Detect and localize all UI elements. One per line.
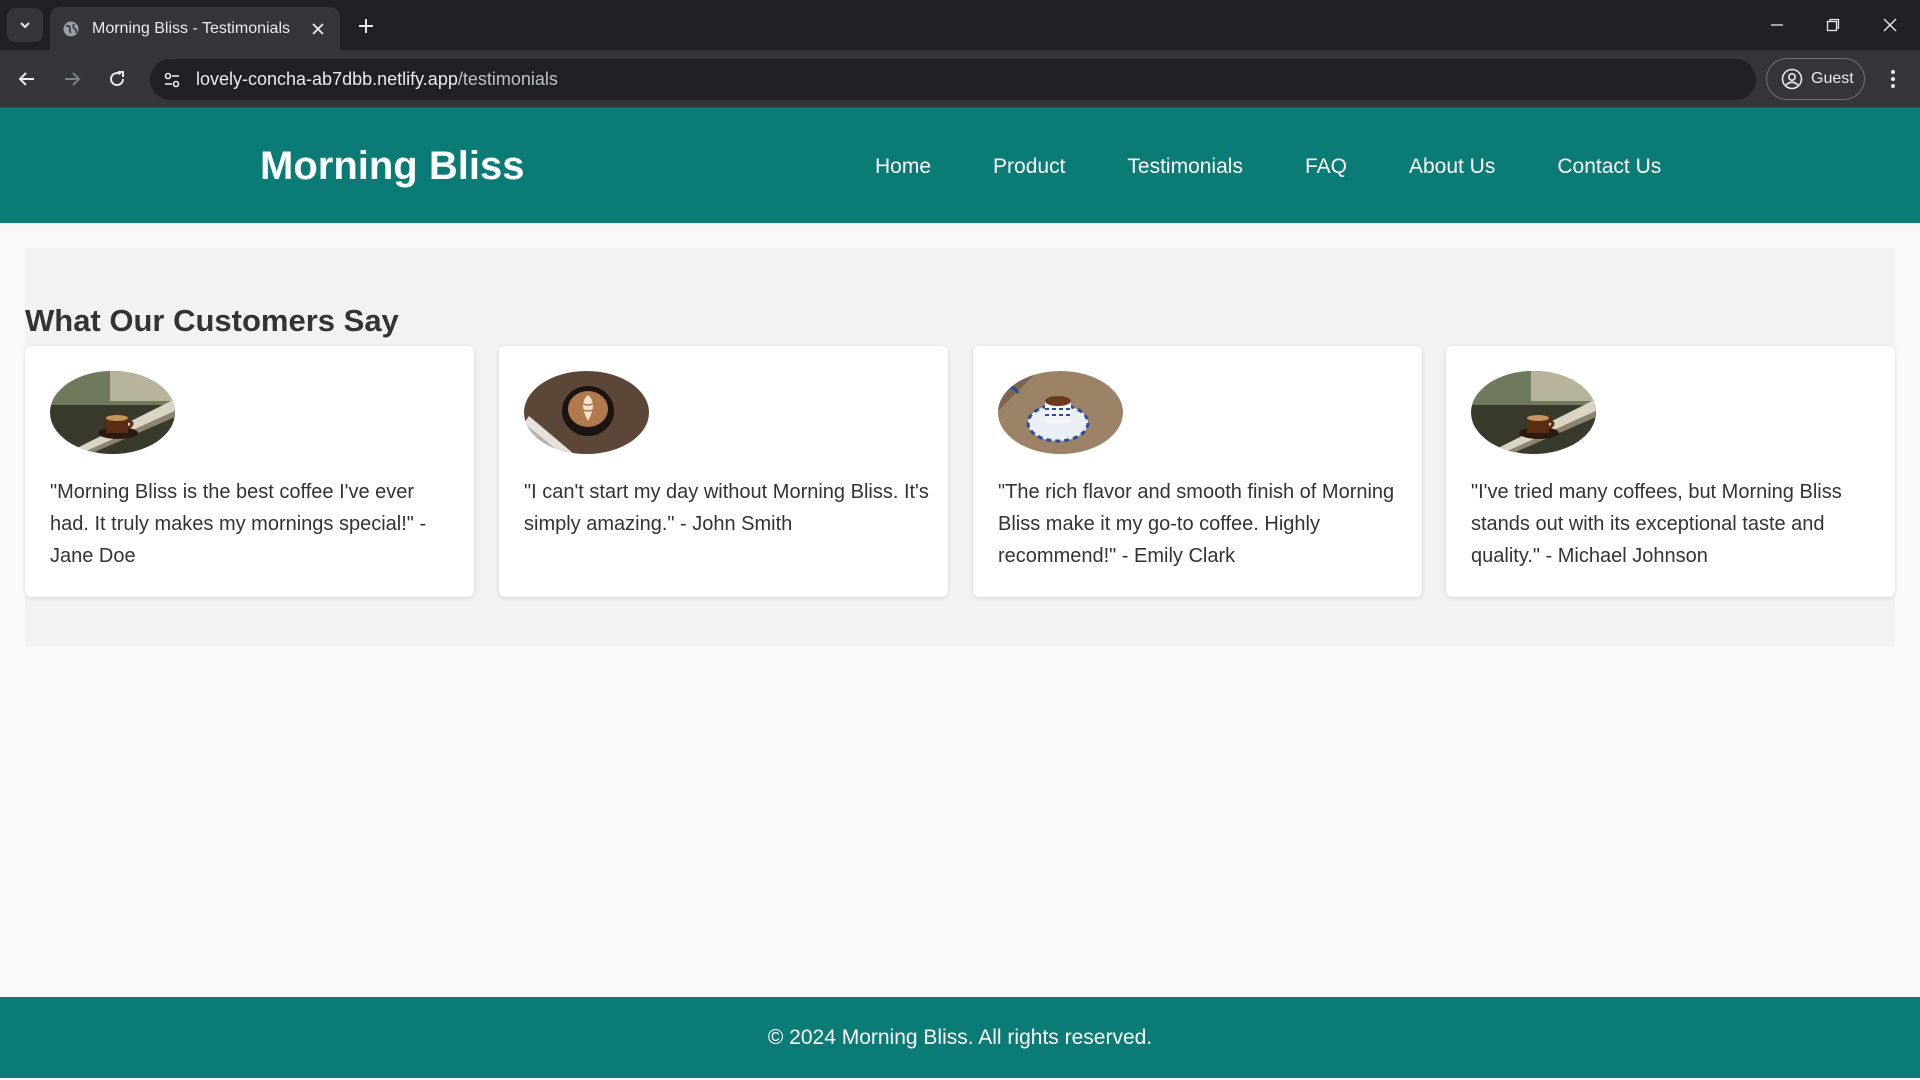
tab-title: Morning Bliss - Testimonials [92,19,290,37]
minimize-icon [1771,24,1783,26]
tab-search-button[interactable] [7,8,43,42]
nav-link-testimonials[interactable]: Testimonials [1127,155,1243,179]
testimonial-quote: "I can't start my day without Morning Bl… [524,481,929,535]
site-nav: Home Product Testimonials FAQ About Us C… [875,155,1661,179]
footer-copyright: © 2024 Morning Bliss. All rights reserve… [767,1025,1153,1049]
coffee-cup-window-photo [50,371,175,454]
browser-tab-strip: Morning Bliss - Testimonials [0,0,1920,50]
page-viewport: Morning Bliss Home Product Testimonials … [0,108,1920,1080]
reload-icon [110,71,125,87]
browser-menu-button[interactable] [1876,62,1910,96]
back-button[interactable] [10,62,44,96]
url-host: lovely-concha-ab7dbb.netlify.app [196,69,458,89]
nav-link-about-us[interactable]: About Us [1409,155,1495,179]
nav-link-contact-us[interactable]: Contact Us [1557,155,1661,179]
testimonial-card: "The rich flavor and smooth finish of Mo… [973,346,1422,597]
url-text: lovely-concha-ab7dbb.netlify.app/testimo… [196,69,558,90]
close-window-button[interactable] [1870,10,1910,40]
testimonial-quote: "The rich flavor and smooth finish of Mo… [998,481,1395,567]
nav-link-product[interactable]: Product [993,155,1065,179]
new-tab-button[interactable] [352,12,380,40]
site-info-icon[interactable] [152,59,192,100]
testimonial-card: "I can't start my day without Morning Bl… [499,346,948,597]
testimonial-card: "I've tried many coffees, but Morning Bl… [1446,346,1895,597]
site-brand[interactable]: Morning Bliss [260,144,524,189]
restore-window-button[interactable] [1813,10,1853,40]
minimize-window-button[interactable] [1757,10,1797,40]
profile-button[interactable]: Guest [1766,58,1865,100]
chevron-down-icon [20,22,30,29]
site-footer: © 2024 Morning Bliss. All rights reserve… [0,997,1920,1078]
account-circle-icon [1781,68,1803,90]
url-path: /testimonials [457,69,558,89]
close-tab-icon[interactable] [308,19,328,39]
profile-label: Guest [1811,70,1854,87]
arrow-right-icon [65,72,81,86]
latte-art-cup-photo [524,371,649,454]
blue-patterned-cup-photo [998,371,1123,454]
testimonials-section: What Our Customers Say "Morning Bliss is… [25,248,1895,646]
restore-icon [1826,18,1840,32]
plus-icon [359,19,373,33]
address-bar[interactable]: lovely-concha-ab7dbb.netlify.app/testimo… [150,59,1756,100]
nav-link-home[interactable]: Home [875,155,931,179]
section-title: What Our Customers Say [25,303,399,338]
more-vertical-icon [1891,70,1895,88]
close-icon [1883,18,1897,32]
site-header: Morning Bliss Home Product Testimonials … [0,108,1920,223]
reload-button[interactable] [100,62,134,96]
testimonial-card: "Morning Bliss is the best coffee I've e… [25,346,474,597]
browser-toolbar: lovely-concha-ab7dbb.netlify.app/testimo… [0,50,1920,108]
testimonial-quote: "I've tried many coffees, but Morning Bl… [1471,481,1842,567]
browser-tab-active[interactable]: Morning Bliss - Testimonials [50,7,340,50]
arrow-left-icon [18,72,34,86]
coffee-cup-window-photo [1471,371,1596,454]
testimonial-quote: "Morning Bliss is the best coffee I've e… [50,481,427,567]
nav-link-faq[interactable]: FAQ [1305,155,1347,179]
globe-icon [62,20,80,38]
forward-button[interactable] [55,62,89,96]
